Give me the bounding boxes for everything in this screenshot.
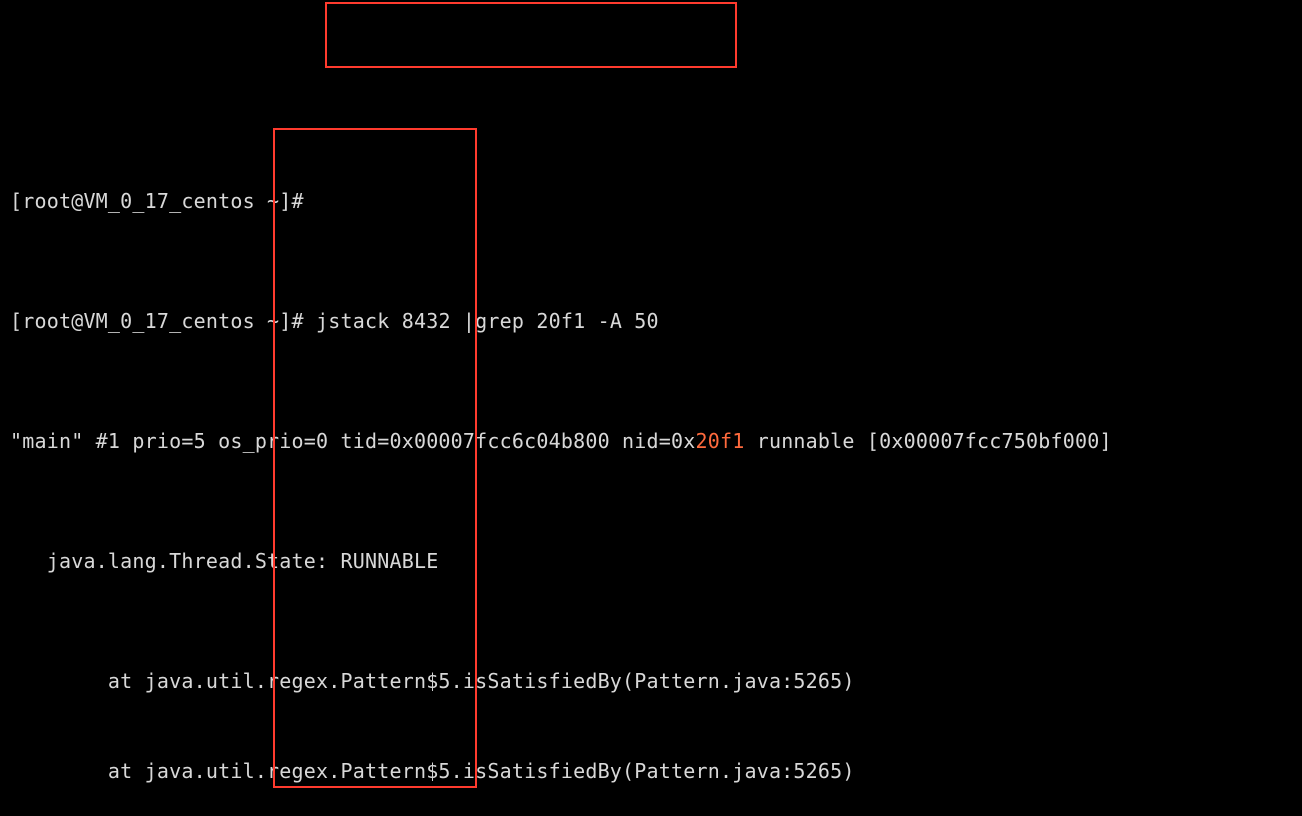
highlight-box-command [325,2,737,68]
shell-prompt: [root@VM_0_17_centos ~]# [10,309,316,333]
thread-header-suffix: runnable [0x00007fcc750bf000] [744,429,1111,453]
terminal-output[interactable]: [root@VM_0_17_centos ~]# [root@VM_0_17_c… [0,0,1302,816]
stack-frame: at java.util.regex.Pattern$5.isSatisfied… [10,666,1292,696]
thread-header: "main" #1 prio=5 os_prio=0 tid=0x00007fc… [10,426,1292,456]
thread-nid-highlight: 20f1 [696,429,745,453]
shell-command: jstack 8432 |grep 20f1 -A 50 [316,309,659,333]
thread-state: java.lang.Thread.State: RUNNABLE [10,546,1292,576]
thread-header-prefix: "main" #1 prio=5 os_prio=0 tid=0x00007fc… [10,429,696,453]
shell-prompt: [root@VM_0_17_centos ~]# [10,189,304,213]
stack-frame: at java.util.regex.Pattern$5.isSatisfied… [10,756,1292,786]
